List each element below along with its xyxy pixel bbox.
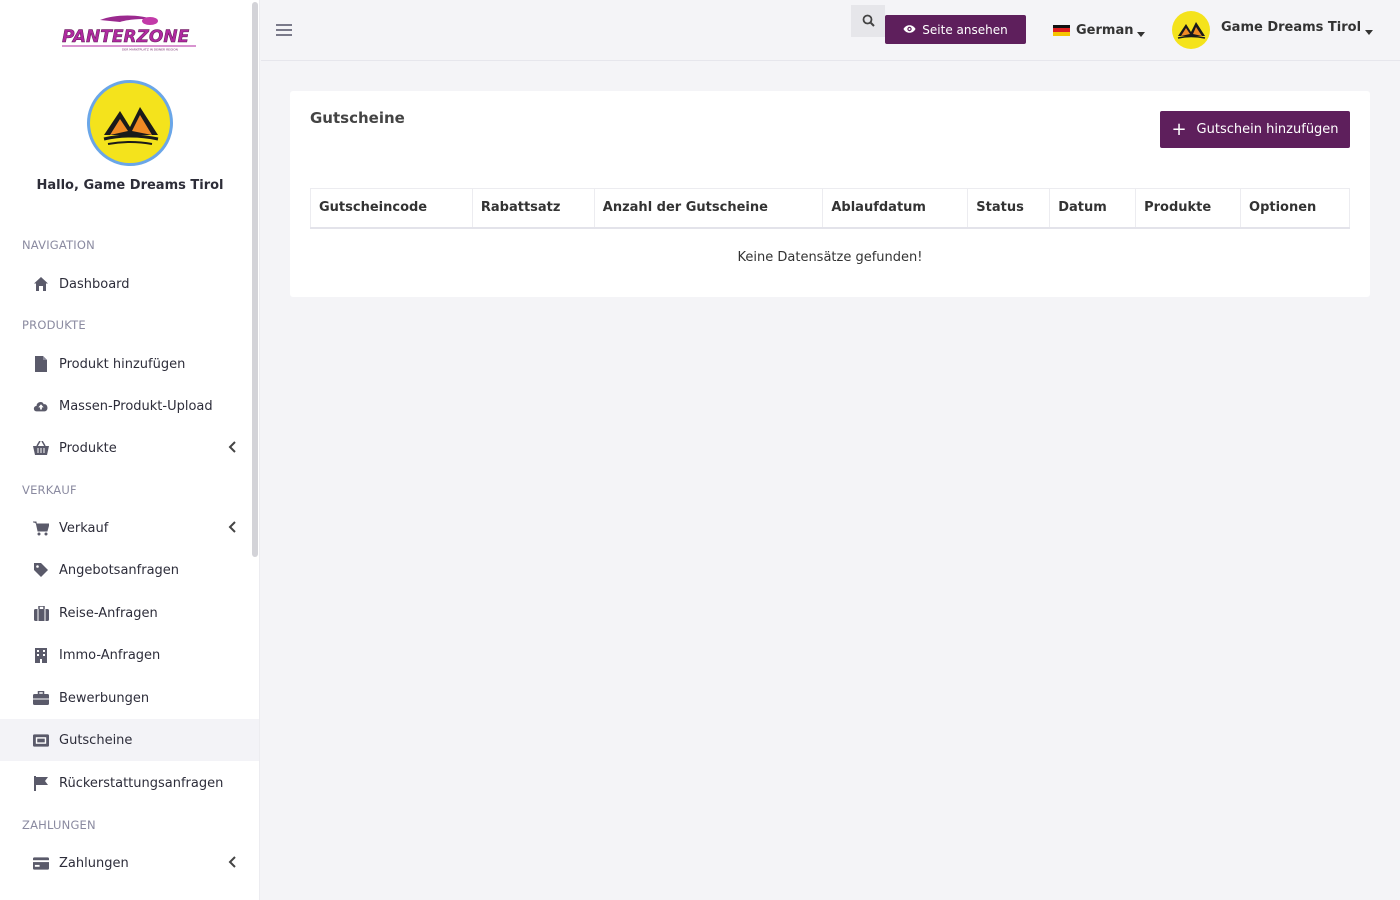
sidebar-item-reise-anfragen[interactable]: Reise-Anfragen (0, 592, 259, 634)
sidebar-item-label: Produkt hinzufügen (59, 356, 186, 372)
sidebar-item-produkte[interactable]: Produkte (0, 427, 259, 469)
sidebar-item-produkt-hinzufuegen[interactable]: Produkt hinzufügen (0, 343, 259, 385)
table-row: Keine Datensätze gefunden! (311, 228, 1350, 286)
sidebar-item-verkauf[interactable]: Verkauf (0, 507, 259, 549)
column-header-optionen[interactable]: Optionen (1240, 188, 1350, 229)
sidebar-item-label: Zahlungen (59, 855, 129, 871)
page-title: Gutscheine (310, 109, 405, 127)
add-voucher-button[interactable]: + Gutschein hinzufügen (1160, 111, 1350, 148)
sidebar-item-immo-anfragen[interactable]: Immo-Anfragen (0, 634, 259, 676)
plus-icon: + (1171, 118, 1187, 140)
column-header-ablaufdatum[interactable]: Ablaufdatum (822, 188, 969, 229)
cloud-upload-icon (33, 398, 49, 414)
chevron-left-icon (228, 856, 240, 870)
profile-avatar (87, 80, 173, 166)
german-flag-icon (1053, 24, 1070, 36)
vouchers-card: Gutscheine + Gutschein hinzufügen Gutsch… (290, 91, 1370, 297)
sidebar-item-angebotsanfragen[interactable]: Angebotsanfragen (0, 549, 259, 591)
user-name: Game Dreams Tirol (1221, 20, 1362, 35)
file-icon (33, 356, 49, 372)
sidebar-item-dashboard[interactable]: Dashboard (0, 263, 259, 305)
chevron-left-icon (228, 521, 240, 535)
sidebar-item-bewerbungen[interactable]: Bewerbungen (0, 677, 259, 719)
sidebar-item-gutscheine[interactable]: Gutscheine (0, 719, 259, 761)
language-selector[interactable]: German (1053, 20, 1146, 40)
logo-tagline: DER MARKTPLATZ IN DEINER REGION (122, 48, 178, 52)
cart-icon (33, 520, 49, 536)
sidebar-item-label: Verkauf (59, 520, 109, 536)
sidebar-item-label: Gutscheine (59, 732, 133, 748)
sidebar-item-label: Produkte (59, 440, 117, 456)
caret-down-icon (1137, 27, 1146, 37)
sidebar-item-label: Angebotsanfragen (59, 562, 180, 578)
credit-card-icon (33, 855, 49, 871)
language-label: German (1076, 22, 1134, 38)
search-icon (862, 12, 875, 31)
ticket-icon (33, 732, 49, 748)
table-header-row: Gutscheincode Rabattsatz Anzahl der Guts… (310, 188, 1350, 229)
column-header-datum[interactable]: Datum (1049, 188, 1137, 229)
basket-icon (33, 440, 49, 456)
column-header-anzahl[interactable]: Anzahl der Gutscheine (593, 188, 824, 229)
user-avatar[interactable] (1172, 11, 1210, 49)
sidebar-item-label: Bewerbungen (59, 690, 150, 706)
add-voucher-label: Gutschein hinzufügen (1196, 122, 1339, 137)
briefcase-icon (33, 690, 49, 706)
column-header-produkte[interactable]: Produkte (1135, 188, 1242, 229)
view-site-label: Seite ansehen (922, 22, 1008, 37)
sidebar-item-label: Reise-Anfragen (59, 605, 158, 621)
flag-icon (33, 775, 49, 791)
sidebar-item-massen-produkt-upload[interactable]: Massen-Produkt-Upload (0, 385, 259, 427)
user-menu[interactable]: Game Dreams Tirol (1221, 20, 1374, 35)
home-icon (33, 276, 49, 292)
view-site-button[interactable]: Seite ansehen (885, 15, 1026, 44)
hamburger-menu-icon[interactable] (276, 22, 292, 38)
vouchers-table: Gutscheincode Rabattsatz Anzahl der Guts… (310, 188, 1350, 286)
greeting: Hallo, Game Dreams Tirol (36, 178, 224, 193)
sidebar-item-label: Dashboard (59, 276, 130, 292)
tag-icon (33, 562, 49, 578)
empty-message: Keine Datensätze gefunden! (737, 249, 923, 265)
panterzone-logo[interactable]: PANTERZONE DER MARKTPLATZ IN DEINER REGI… (60, 12, 200, 52)
sidebar-item-label: Massen-Produkt-Upload (59, 398, 213, 414)
building-icon (33, 647, 49, 663)
chevron-left-icon (228, 441, 240, 455)
column-header-status[interactable]: Status (967, 188, 1051, 229)
svg-text:PANTERZONE: PANTERZONE (62, 27, 190, 47)
section-verkauf: VERKAUF (22, 483, 77, 497)
section-navigation: NAVIGATION (22, 238, 95, 252)
column-header-gutscheincode[interactable]: Gutscheincode (310, 188, 473, 229)
sidebar-item-rueckerstattungsanfragen[interactable]: Rückerstattungsanfragen (0, 762, 259, 804)
caret-down-icon (1365, 25, 1374, 35)
eye-icon (903, 23, 916, 37)
sidebar-item-zahlungen[interactable]: Zahlungen (0, 842, 259, 884)
section-zahlungen: ZAHLUNGEN (22, 818, 96, 832)
column-header-rabattsatz[interactable]: Rabattsatz (471, 188, 595, 229)
sidebar: PANTERZONE DER MARKTPLATZ IN DEINER REGI… (0, 0, 260, 900)
search-button[interactable] (851, 5, 885, 37)
suitcase-icon (33, 605, 49, 621)
sidebar-item-label: Rückerstattungsanfragen (59, 775, 224, 791)
section-produkte: PRODUKTE (22, 318, 86, 332)
sidebar-item-label: Immo-Anfragen (59, 647, 161, 663)
